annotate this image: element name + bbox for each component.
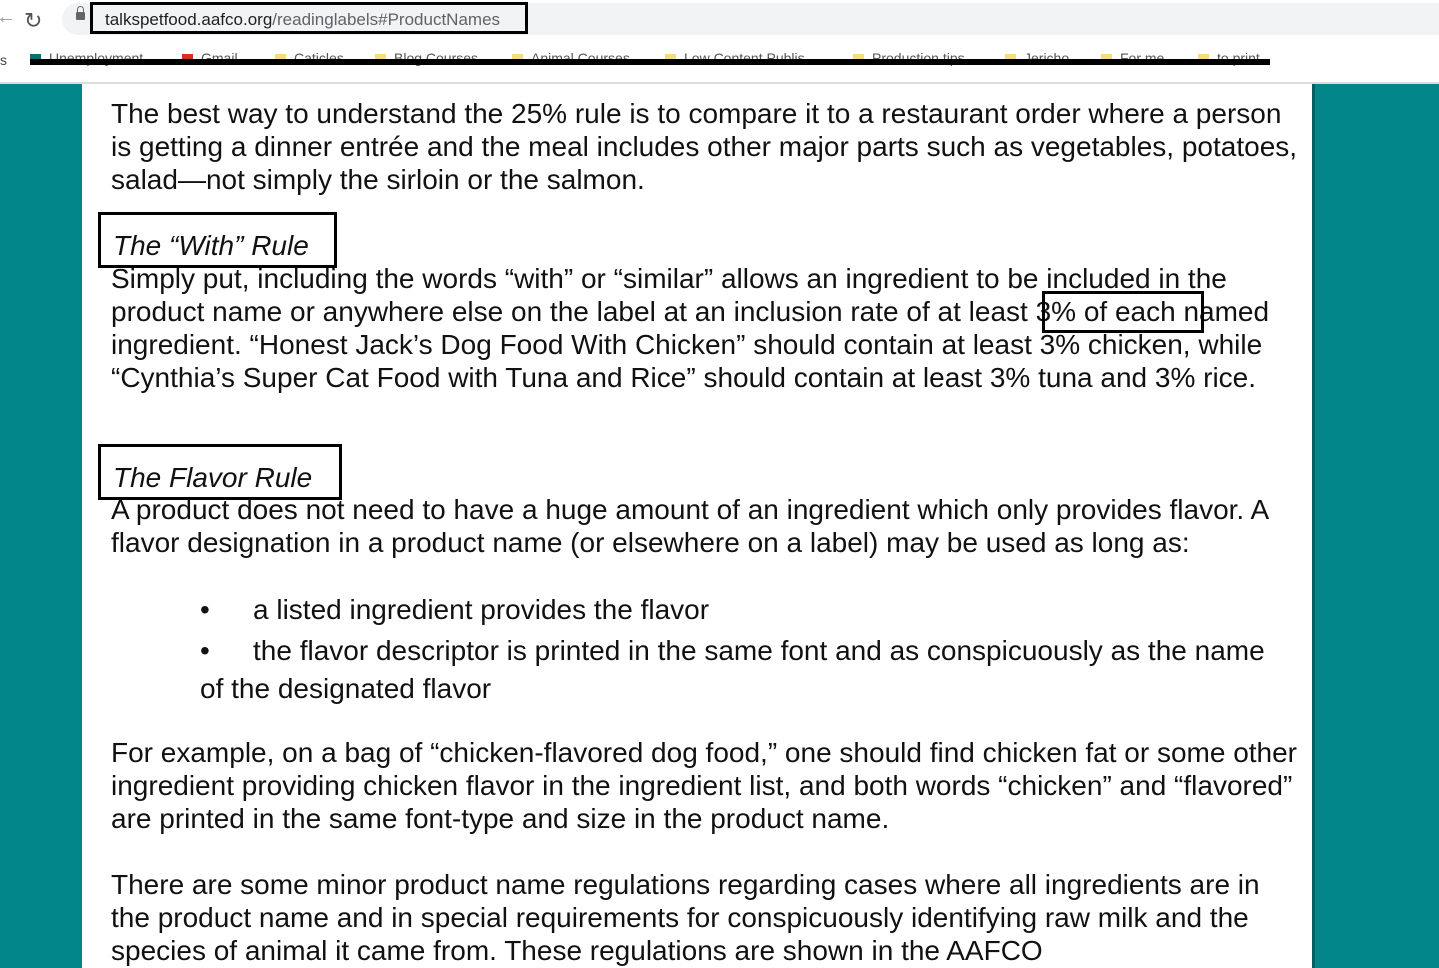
flavor-rule-heading: The Flavor Rule [98,444,342,500]
browser-toolbar: ← ↻ talkspetfood.aafco.org/readinglabels… [0,0,1439,40]
with-rule-heading: The “With” Rule [98,212,337,268]
redaction-bar [30,59,1270,65]
back-icon[interactable]: ← [0,6,16,29]
url-highlight-box[interactable]: talkspetfood.aafco.org/readinglabels#Pro… [90,2,528,34]
lock-icon[interactable] [76,6,85,20]
column-edge [1312,84,1315,968]
bookmarks-bar: s Unemployment Gmail Caticles Blog Cours… [0,44,1439,84]
flavor-rule-paragraph: A product does not need to have a huge a… [111,494,1268,558]
list-item: • a listed ingredient provides the flavor [200,593,1280,626]
url-host: talkspetfood.aafco.org [105,10,273,29]
url-text[interactable]: talkspetfood.aafco.org/readinglabels#Pro… [105,10,500,30]
intro-paragraph: The best way to understand the 25% rule … [111,98,1298,195]
regulations-paragraph: There are some minor product name regula… [111,869,1260,966]
list-item: • the flavor descriptor is printed in the… [200,632,1280,708]
reload-icon[interactable]: ↻ [24,8,42,34]
list-item-text: a listed ingredient provides the flavor [253,594,710,625]
bullet-icon: • [200,635,210,666]
bookmarks-prefix: s [0,52,7,68]
list-item-text: the flavor descriptor is printed in the … [200,635,1265,704]
highlight-box [1042,291,1204,333]
bullet-icon: • [200,594,210,625]
url-path: /readinglabels#ProductNames [272,10,501,29]
example-paragraph: For example, on a bag of “chicken-flavor… [111,737,1298,834]
